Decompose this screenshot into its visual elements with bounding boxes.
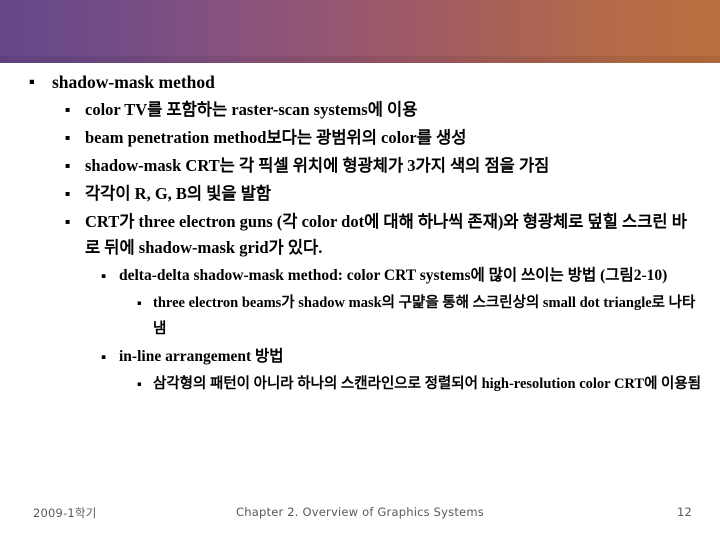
bullet-item: ▪ in-line arrangement 방법 xyxy=(0,344,720,370)
bullet-item-text: delta-delta shadow-mask method: color CR… xyxy=(119,267,668,284)
bullet-square-icon: ▪ xyxy=(65,161,71,170)
header-band-shadow xyxy=(0,56,720,63)
bullet-square-icon: ▪ xyxy=(137,380,142,388)
bullet-item-text: shadow-mask method xyxy=(52,72,215,92)
bullet-item-text: three electron beams가 shadow mask의 구먍을 통… xyxy=(153,295,696,337)
bullet-item: ▪ beam penetration method보다는 광범위의 color를 … xyxy=(0,125,720,151)
slide-header-band xyxy=(0,0,720,63)
bullet-square-icon: ▪ xyxy=(65,189,71,198)
bullet-square-icon: ▪ xyxy=(137,299,142,307)
bullet-square-icon: ▪ xyxy=(65,105,71,114)
bullet-square-icon: ▪ xyxy=(29,77,35,87)
bullet-item-text: beam penetration method보다는 광범위의 color를 생… xyxy=(85,128,467,147)
bullet-item-text: shadow-mask CRT는 각 픽셀 위치에 형광체가 3가지 색의 점을… xyxy=(85,156,550,175)
footer-page-number: 12 xyxy=(676,505,692,519)
bullet-item-text: color TV를 포함하는 raster-scan systems에 이용 xyxy=(85,100,418,119)
footer-chapter-title: Chapter 2. Overview of Graphics Systems xyxy=(236,505,484,519)
bullet-item: ▪ 각각이 R, G, B의 빛을 발함 xyxy=(0,181,720,207)
bullet-item-text: 각각이 R, G, B의 빛을 발함 xyxy=(85,184,272,203)
bullet-item: ▪ delta-delta shadow-mask method: color C… xyxy=(0,263,720,289)
bullet-item-text: in-line arrangement 방법 xyxy=(119,348,284,365)
bullet-square-icon: ▪ xyxy=(101,352,107,361)
slide-content-body: ▪ shadow-mask method ▪ color TV를 포함하는 raste… xyxy=(0,63,720,493)
bullet-item: ▪ shadow-mask CRT는 각 픽셀 위치에 형광체가 3가지 색의 점… xyxy=(0,153,720,179)
bullet-square-icon: ▪ xyxy=(65,133,71,142)
bullet-item-text: 삼각형의 패턴이 아니라 하나의 스캔라인으로 정렬되어 high-resolu… xyxy=(153,376,702,392)
bullet-item: ▪ shadow-mask method xyxy=(0,69,720,95)
bullet-square-icon: ▪ xyxy=(101,271,107,280)
bullet-item: ▪ CRT가 three electron guns (각 color dot에 … xyxy=(0,209,720,261)
bullet-item: ▪ 삼각형의 패턴이 아니라 하나의 스캔라인으로 정렬되어 high-resol… xyxy=(0,371,720,397)
bullet-square-icon: ▪ xyxy=(65,217,71,226)
bullet-item: ▪ three electron beams가 shadow mask의 구먍을 … xyxy=(0,290,720,342)
bullet-item: ▪ color TV를 포함하는 raster-scan systems에 이용 xyxy=(0,97,720,123)
bullet-item-text: CRT가 three electron guns (각 color dot에 대… xyxy=(85,212,687,257)
slide-footer: 2009-1학기 Chapter 2. Overview of Graphics… xyxy=(0,494,720,540)
